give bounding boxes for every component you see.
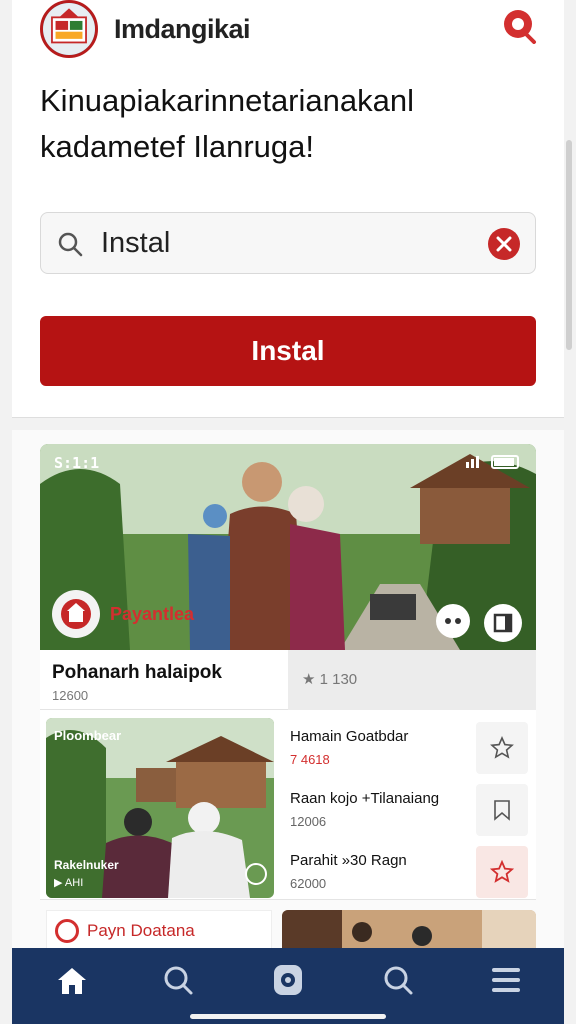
scrollbar[interactable]	[566, 140, 572, 350]
thumbnail-title: Ploombear	[54, 728, 122, 743]
video-views: 12600	[52, 688, 89, 703]
channel-card[interactable]: Payn Doatana	[46, 910, 272, 950]
list-item-title: Parahit »30 Ragn	[290, 852, 407, 869]
bookmark-button[interactable]	[476, 784, 528, 836]
channel-label: Payantlea	[110, 604, 195, 624]
search-input[interactable]: Instal	[101, 227, 170, 260]
list-item[interactable]: Parahit »30 Ragn 62000	[280, 838, 536, 900]
list-item-title: Raan kojo +Tilanaiang	[290, 790, 440, 807]
channel-badge-icon[interactable]	[52, 590, 100, 638]
search-icon	[57, 231, 83, 257]
list-item[interactable]: Raan kojo +Tilanaiang 12006	[280, 776, 536, 838]
hero-image[interactable]: S:1:1 Payantlea	[40, 444, 536, 650]
search-box[interactable]: Instal	[40, 212, 536, 274]
star-icon	[490, 736, 514, 759]
favorite-button[interactable]	[476, 846, 528, 898]
more-cards: Payn Doatana	[40, 910, 536, 950]
nav-home-icon[interactable]	[52, 962, 92, 998]
list-item-meta: 7 4618	[290, 752, 330, 767]
battery-icon	[466, 454, 522, 470]
video-info-row[interactable]: Pohanarh halaipok 12600 ★ 1 130	[40, 650, 536, 710]
nav-explore-icon[interactable]	[378, 962, 418, 998]
detail-section: Ploombear Rakelnuker ▶ AHI Hamain Goatbd…	[40, 710, 536, 900]
video-thumbnail[interactable]: Ploombear Rakelnuker ▶ AHI	[46, 718, 274, 898]
content-feed: S:1:1 Payantlea Pohanarh halaipok 12600 …	[12, 430, 564, 950]
nav-menu-icon[interactable]	[486, 962, 526, 998]
home-indicator[interactable]	[190, 1014, 386, 1019]
rating-badge: ★ 1 130	[288, 650, 536, 710]
status-time: S:1:1	[54, 454, 100, 472]
channel-card-label: Payn Doatana	[87, 921, 195, 940]
install-button[interactable]: Instal	[40, 316, 536, 386]
record-icon	[55, 919, 79, 943]
thumbnail-meta: ▶ AHI	[54, 877, 84, 889]
star-icon	[490, 860, 514, 883]
favorite-button[interactable]	[476, 722, 528, 774]
thumbnail-channel: Rakelnuker	[54, 858, 119, 872]
list-item[interactable]: Hamain Goatbdar 7 4618	[280, 714, 536, 776]
app-title: Imdangikai	[114, 14, 251, 44]
app-logo[interactable]	[40, 0, 98, 58]
bookmark-icon	[494, 800, 510, 821]
video-card-thumbnail[interactable]	[282, 910, 536, 950]
fullscreen-icon[interactable]	[484, 604, 522, 642]
notification-icon[interactable]	[502, 8, 538, 44]
page-headline: Kinuapiakarinnetarianakanl kadametef Ila…	[40, 83, 414, 164]
list-item-meta: 12006	[290, 814, 327, 829]
related-list: Hamain Goatbdar 7 4618 Raan kojo +Tilana…	[280, 710, 536, 900]
list-item-meta: 62000	[290, 876, 327, 891]
clear-search-icon[interactable]	[487, 227, 521, 261]
more-options-icon[interactable]	[436, 604, 470, 638]
video-title: Pohanarh halaipok	[52, 662, 222, 683]
app-screen: Imdangikai Kinuapiakarinnetarianakanl ka…	[0, 0, 576, 1024]
bottom-nav	[12, 948, 564, 1024]
header-panel: Imdangikai Kinuapiakarinnetarianakanl ka…	[12, 0, 564, 418]
nav-search-icon[interactable]	[158, 962, 198, 998]
list-item-title: Hamain Goatbdar	[290, 728, 409, 745]
nav-camera-icon[interactable]	[268, 962, 308, 998]
